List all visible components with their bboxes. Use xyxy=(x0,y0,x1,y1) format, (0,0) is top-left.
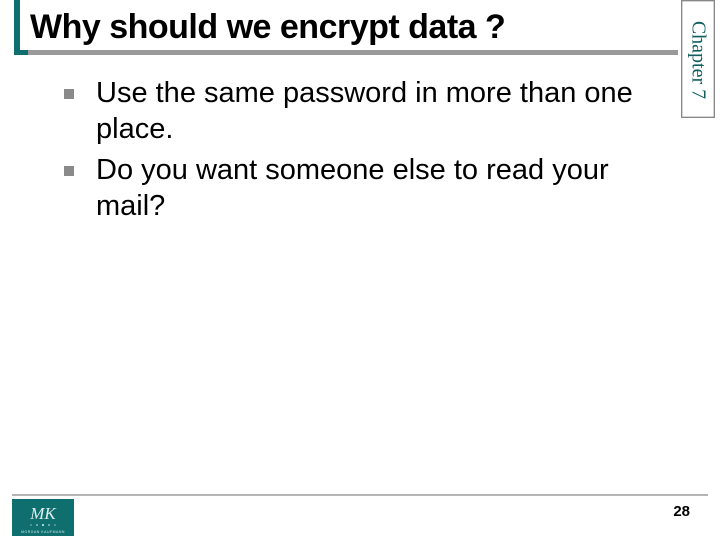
bullet-text: Use the same password in more than one p… xyxy=(96,75,676,148)
logo-subtext: MORGAN KAUFMANN xyxy=(21,530,65,534)
bullet-icon xyxy=(64,89,74,99)
footer-divider xyxy=(12,494,708,496)
publisher-logo: MK MORGAN KAUFMANN xyxy=(12,499,74,536)
logo-initials: MK xyxy=(29,504,57,523)
bullet-icon xyxy=(64,166,74,176)
list-item: Use the same password in more than one p… xyxy=(64,75,676,148)
slide-title: Why should we encrypt data ? xyxy=(22,8,720,47)
bullet-text: Do you want someone else to read your ma… xyxy=(96,152,676,225)
slide-body: Use the same password in more than one p… xyxy=(0,47,720,224)
page-number: 28 xyxy=(673,503,690,520)
chapter-tab: Chapter 7 xyxy=(681,0,715,118)
chapter-label: Chapter 7 xyxy=(687,21,710,99)
title-accent-vertical xyxy=(14,0,20,50)
title-bar: Why should we encrypt data ? xyxy=(0,0,720,47)
title-underline xyxy=(14,50,678,55)
list-item: Do you want someone else to read your ma… xyxy=(64,152,676,225)
title-underline-accent xyxy=(14,50,28,55)
